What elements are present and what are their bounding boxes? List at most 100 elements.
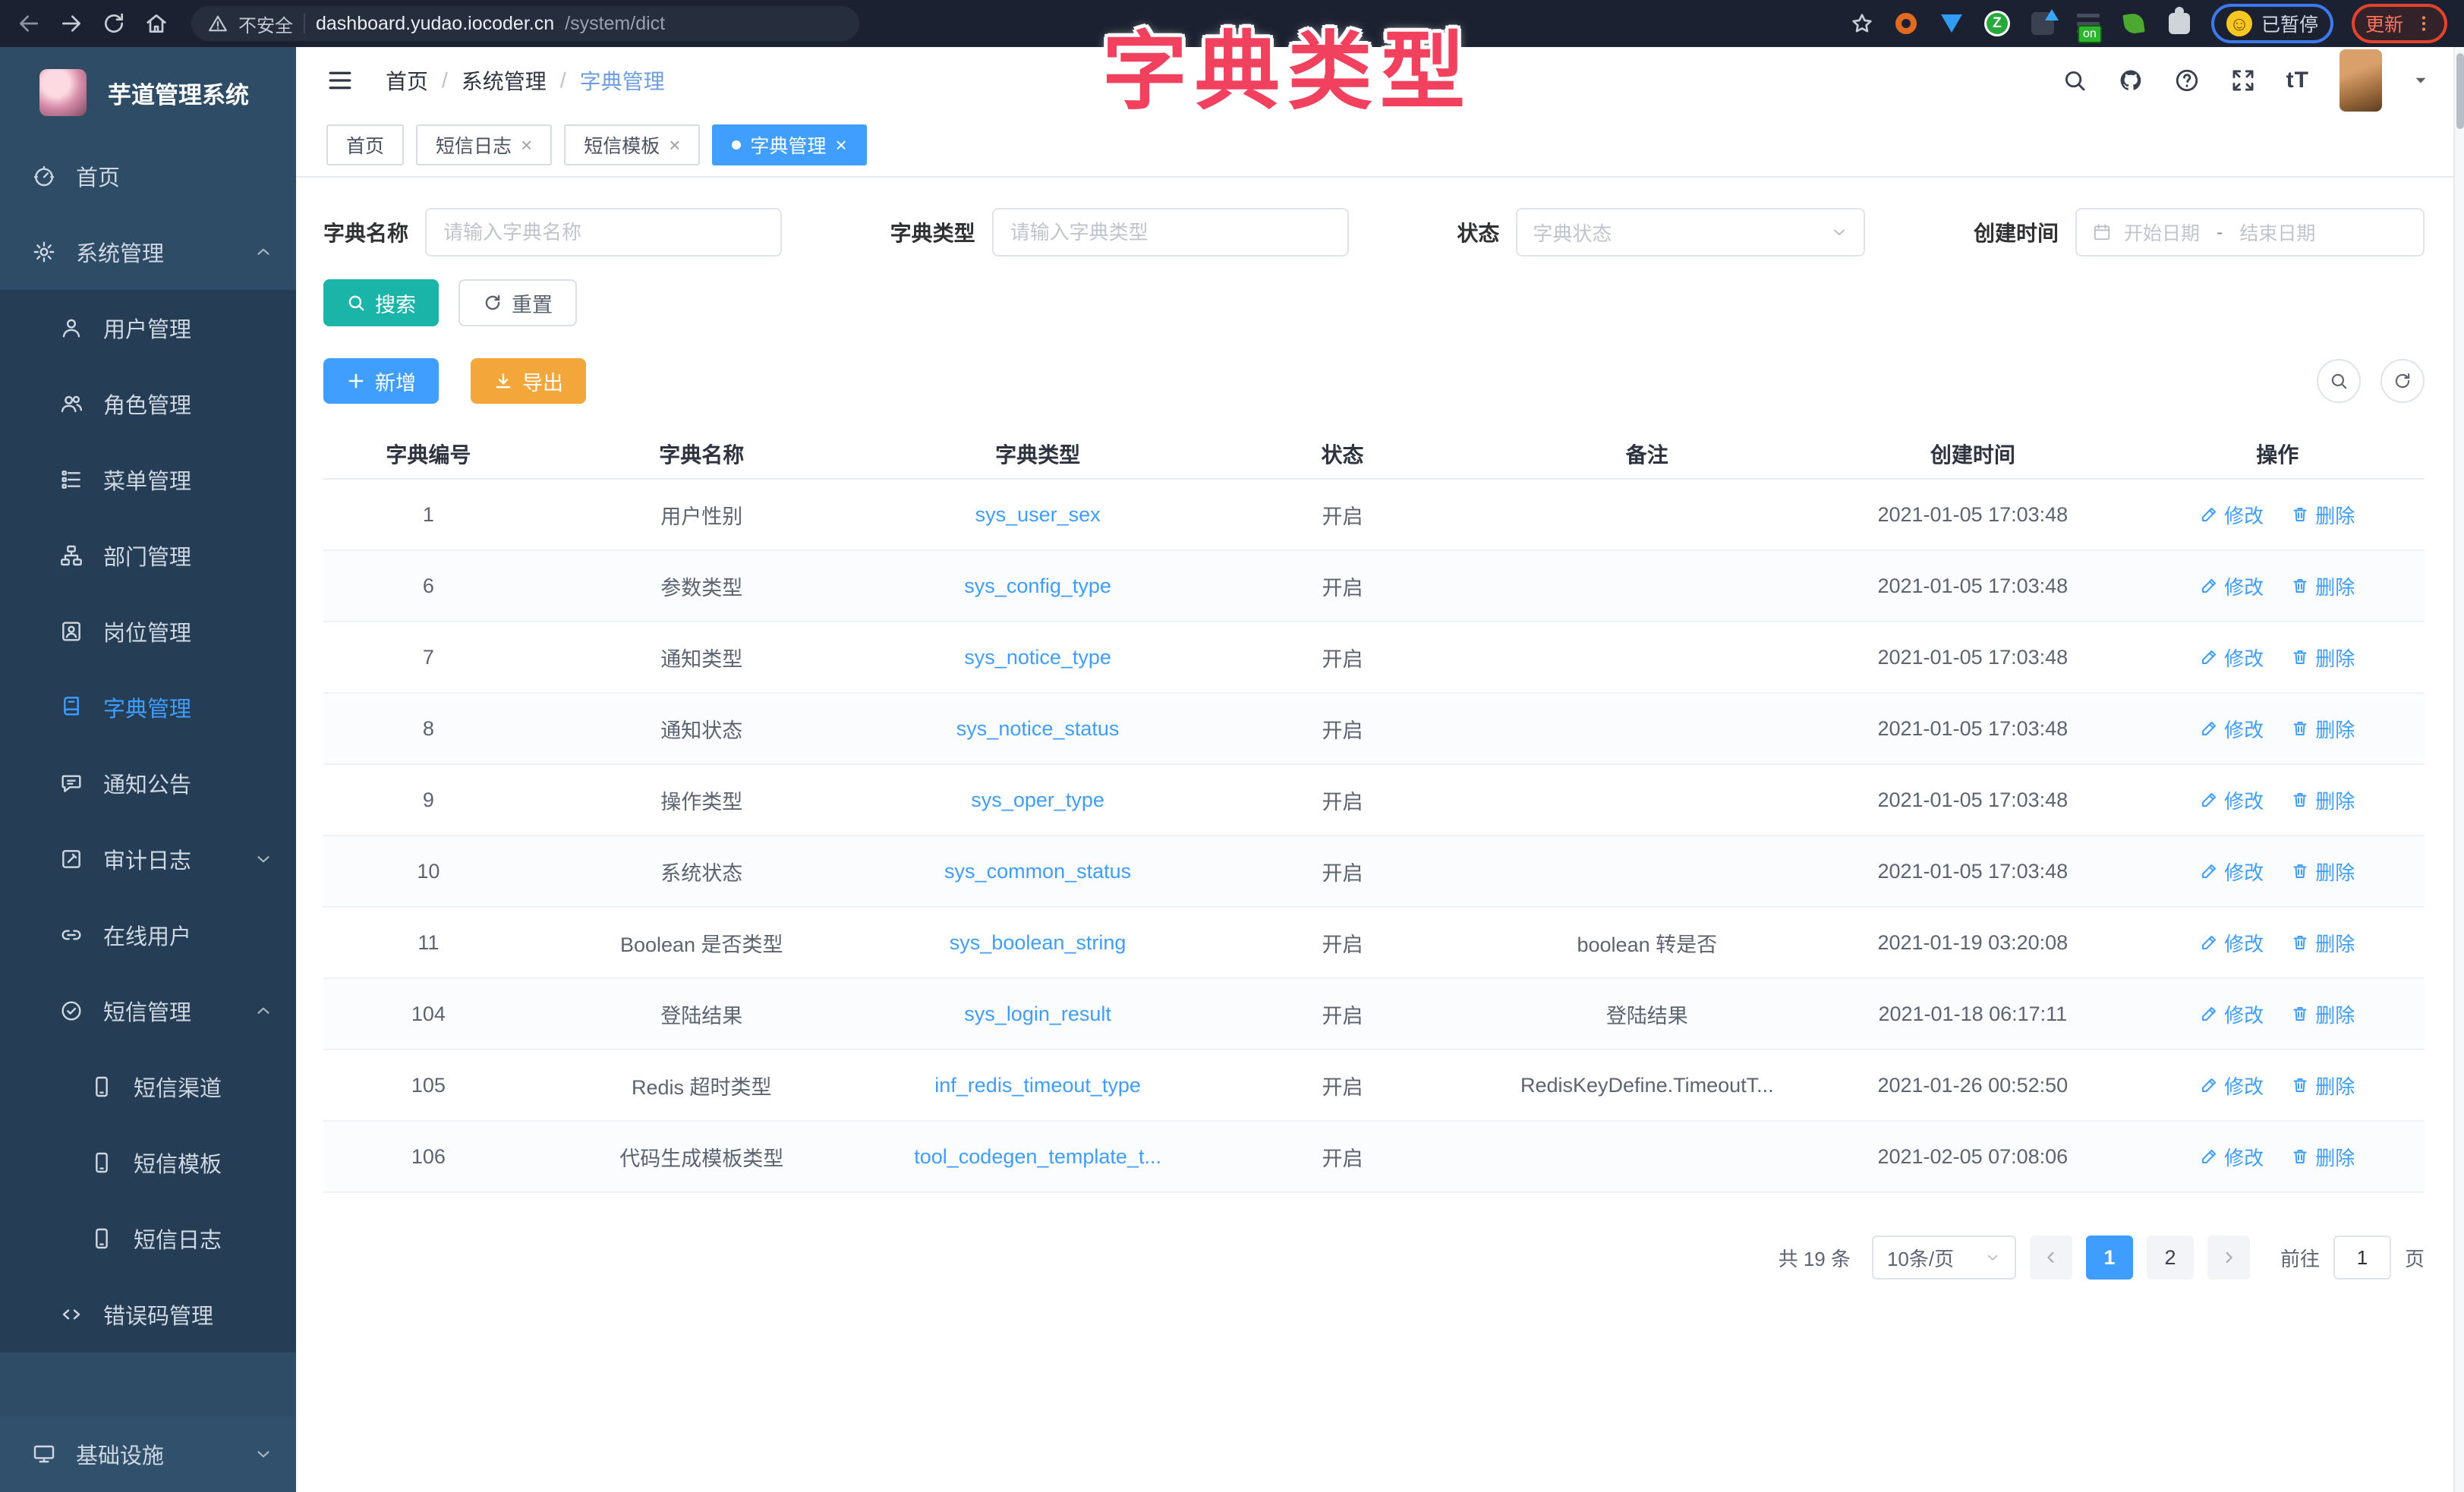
- sidebar-item-online-users[interactable]: 在线用户: [0, 897, 296, 973]
- sidebar-item-departments[interactable]: 部门管理: [0, 518, 296, 593]
- date-range-picker[interactable]: 开始日期 - 结束日期: [2075, 208, 2425, 257]
- sidebar-item-audit-log[interactable]: 审计日志: [0, 821, 296, 897]
- dict-type-link[interactable]: sys_common_status: [944, 860, 1131, 883]
- caret-down-icon[interactable]: [2412, 72, 2429, 89]
- edit-button[interactable]: 修改: [2200, 786, 2264, 814]
- delete-button[interactable]: 删除: [2291, 715, 2355, 743]
- dict-type-link[interactable]: sys_config_type: [964, 574, 1111, 597]
- sidebar-item-sms-channel[interactable]: 短信渠道: [0, 1049, 296, 1125]
- help-icon[interactable]: [2174, 68, 2200, 93]
- search-icon[interactable]: [2062, 68, 2087, 93]
- delete-button[interactable]: 删除: [2291, 1000, 2355, 1028]
- date-start-placeholder[interactable]: 开始日期: [2124, 219, 2200, 246]
- edit-button[interactable]: 修改: [2200, 1072, 2264, 1100]
- back-icon[interactable]: [17, 11, 41, 36]
- delete-button[interactable]: 删除: [2291, 929, 2355, 957]
- delete-button[interactable]: 删除: [2291, 1143, 2355, 1171]
- dict-type-link[interactable]: sys_notice_status: [956, 717, 1120, 740]
- tab-sms-log[interactable]: 短信日志×: [416, 124, 552, 165]
- extension-switch-icon[interactable]: on: [2075, 10, 2102, 37]
- sidebar-item-menus[interactable]: 菜单管理: [0, 442, 296, 518]
- sidebar-item-sms-log[interactable]: 短信日志: [0, 1201, 296, 1276]
- page-size-select[interactable]: 10条/页: [1872, 1235, 2016, 1280]
- page-scrollbar[interactable]: [2453, 47, 2464, 1492]
- sidebar-item-dict[interactable]: 字典管理: [0, 669, 296, 745]
- close-icon[interactable]: ×: [669, 135, 680, 155]
- sidebar-item-users[interactable]: 用户管理: [0, 290, 296, 366]
- delete-button[interactable]: 删除: [2291, 858, 2355, 886]
- github-icon[interactable]: [2118, 68, 2144, 93]
- sidebar-item-infrastructure[interactable]: 基础设施: [0, 1416, 296, 1492]
- address-bar[interactable]: 不安全 dashboard.yudao.iocoder.cn/system/di…: [191, 6, 859, 41]
- status-select[interactable]: 字典状态: [1516, 208, 1865, 257]
- dict-type-link[interactable]: sys_notice_type: [964, 646, 1111, 669]
- edit-button[interactable]: 修改: [2200, 1000, 2264, 1028]
- hamburger-icon[interactable]: [326, 67, 354, 94]
- sidebar-item-sms-template[interactable]: 短信模板: [0, 1125, 296, 1201]
- delete-button[interactable]: 删除: [2291, 572, 2355, 600]
- reset-button[interactable]: 重置: [458, 279, 577, 326]
- page-button-1[interactable]: 1: [2086, 1235, 2133, 1280]
- delete-button[interactable]: 删除: [2291, 786, 2355, 814]
- search-button[interactable]: 搜索: [323, 279, 439, 326]
- dict-name-input[interactable]: [425, 208, 782, 257]
- reload-icon[interactable]: [102, 11, 126, 36]
- edit-button[interactable]: 修改: [2200, 501, 2264, 529]
- extension-paused-chip[interactable]: ☺ 已暂停: [2211, 4, 2333, 43]
- extension-block-icon[interactable]: [2029, 10, 2056, 37]
- delete-button[interactable]: 删除: [2291, 644, 2355, 672]
- dict-type-input[interactable]: [992, 208, 1349, 257]
- sidebar-item-roles[interactable]: 角色管理: [0, 366, 296, 442]
- delete-button[interactable]: 删除: [2291, 1072, 2355, 1100]
- breadcrumb-home[interactable]: 首页: [386, 65, 428, 96]
- dict-type-link[interactable]: sys_user_sex: [975, 503, 1101, 526]
- sidebar-item-notices[interactable]: 通知公告: [0, 745, 296, 821]
- extension-leaf-icon[interactable]: [2120, 10, 2147, 37]
- dict-type-link[interactable]: sys_login_result: [964, 1003, 1111, 1025]
- close-icon[interactable]: ×: [835, 135, 846, 155]
- extension-green-circle-icon[interactable]: Z: [1983, 10, 2011, 37]
- extension-puzzle-icon[interactable]: [2166, 10, 2193, 37]
- delete-button[interactable]: 删除: [2291, 501, 2355, 529]
- refresh-table-button[interactable]: [2381, 359, 2425, 403]
- dict-type-link[interactable]: tool_codegen_template_t...: [914, 1145, 1161, 1168]
- dict-type-link[interactable]: sys_oper_type: [971, 788, 1104, 811]
- dict-type-link[interactable]: inf_redis_timeout_type: [934, 1074, 1141, 1097]
- browser-update-button[interactable]: 更新: [2352, 4, 2447, 43]
- prev-page-button[interactable]: [2030, 1235, 2072, 1280]
- page-button-2[interactable]: 2: [2147, 1235, 2194, 1280]
- tab-home[interactable]: 首页: [326, 124, 404, 165]
- goto-page-input[interactable]: [2333, 1235, 2391, 1280]
- sidebar-item-error-codes[interactable]: 错误码管理: [0, 1276, 296, 1352]
- tab-dict[interactable]: 字典管理×: [712, 124, 866, 165]
- update-label[interactable]: 更新: [2365, 10, 2403, 37]
- dict-type-link[interactable]: sys_boolean_string: [950, 931, 1126, 954]
- home-icon[interactable]: [144, 11, 169, 36]
- edit-button[interactable]: 修改: [2200, 858, 2264, 886]
- edit-button[interactable]: 修改: [2200, 715, 2264, 743]
- font-size-icon[interactable]: tT: [2286, 68, 2309, 93]
- sidebar-item-home[interactable]: 首页: [0, 138, 296, 214]
- date-end-placeholder[interactable]: 结束日期: [2239, 219, 2315, 246]
- sidebar-item-system[interactable]: 系统管理: [0, 214, 296, 290]
- app-logo-row[interactable]: 芋道管理系统: [0, 47, 296, 138]
- close-icon[interactable]: ×: [521, 135, 532, 155]
- add-button[interactable]: 新增: [323, 358, 439, 404]
- forward-icon[interactable]: [59, 11, 83, 36]
- url-host[interactable]: dashboard.yudao.iocoder.cn: [316, 13, 554, 35]
- edit-button[interactable]: 修改: [2200, 644, 2264, 672]
- fullscreen-icon[interactable]: [2230, 68, 2256, 93]
- breadcrumb-system[interactable]: 系统管理: [462, 65, 547, 96]
- security-label[interactable]: 不安全: [238, 11, 293, 37]
- bookmark-star-icon[interactable]: [1850, 11, 1874, 36]
- scrollbar-thumb[interactable]: [2456, 53, 2464, 129]
- toggle-search-button[interactable]: [2317, 359, 2361, 403]
- edit-button[interactable]: 修改: [2200, 572, 2264, 600]
- sidebar-item-posts[interactable]: 岗位管理: [0, 593, 296, 669]
- tab-sms-template[interactable]: 短信模板×: [564, 124, 700, 165]
- edit-button[interactable]: 修改: [2200, 929, 2264, 957]
- sidebar-item-sms[interactable]: 短信管理: [0, 973, 296, 1049]
- avatar[interactable]: [2340, 49, 2382, 112]
- export-button[interactable]: 导出: [471, 358, 586, 404]
- edit-button[interactable]: 修改: [2200, 1143, 2264, 1171]
